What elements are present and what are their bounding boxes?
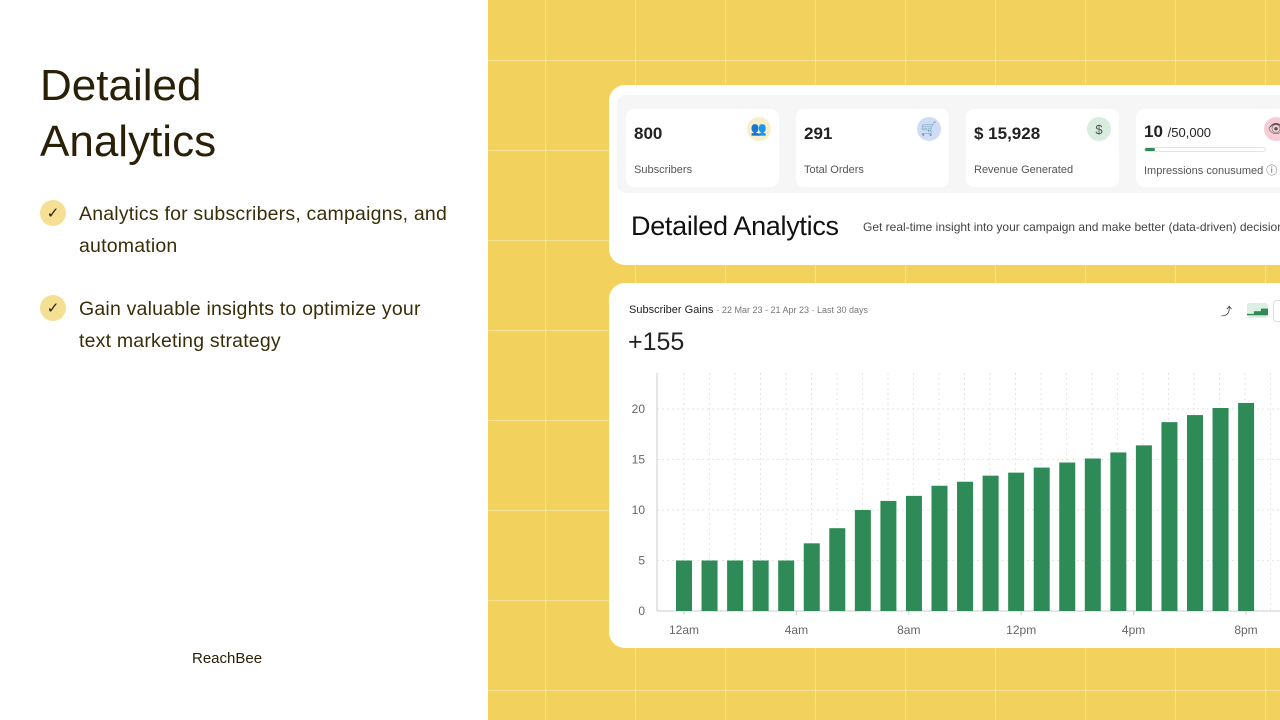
stats-band: 800 Subscribers 👥 291 Total Orders 🛒 $ 1… <box>617 95 1280 193</box>
bar <box>931 485 948 611</box>
bar <box>727 560 744 611</box>
users-icon: 👥 <box>747 117 771 141</box>
bar <box>752 560 769 611</box>
info-icon[interactable]: ⓘ <box>1266 165 1277 177</box>
stat-value: $ 15,928 <box>974 124 1041 143</box>
bar <box>1110 452 1127 611</box>
x-tick-label: 12am <box>669 623 699 637</box>
stat-value: 291 <box>804 124 833 143</box>
y-tick-label: 5 <box>638 554 645 568</box>
bar <box>880 500 897 611</box>
bar <box>1135 445 1152 611</box>
check-icon: ✓ <box>40 295 66 321</box>
bar <box>829 528 846 611</box>
brand-logo: ReachBee <box>192 650 263 667</box>
bar <box>982 475 999 611</box>
stat-value: 10 <box>1144 122 1163 141</box>
bar <box>905 495 922 611</box>
bar <box>1212 407 1229 611</box>
y-tick-label: 10 <box>632 503 646 517</box>
section-title: Detailed Analytics <box>631 211 839 241</box>
stats-card: 800 Subscribers 👥 291 Total Orders 🛒 $ 1… <box>609 85 1280 265</box>
stat-suffix: /50,000 <box>1167 125 1212 140</box>
x-tick-label: 8pm <box>1234 623 1257 637</box>
stat-revenue: $ 15,928 Revenue Generated $ <box>966 109 1119 187</box>
chart-card: Subscriber Gains · 22 Mar 23 - 21 Apr 23… <box>609 283 1280 648</box>
check-icon: ✓ <box>40 200 66 226</box>
x-tick-label: 4pm <box>1122 623 1145 637</box>
stat-label: Total Orders <box>804 164 864 176</box>
title-line: Analytics <box>40 117 217 166</box>
bar-chart: 0 5 10 15 20 12am 4am 8am 12pm 4pm 8pm <box>632 373 1280 637</box>
bar <box>1084 458 1101 611</box>
bar <box>1161 422 1178 611</box>
bullet-text: Analytics for subscribers, campaigns, an… <box>79 203 448 257</box>
bar <box>1187 415 1203 611</box>
cart-icon: 🛒 <box>917 117 941 141</box>
stat-label: Revenue Generated <box>974 164 1074 176</box>
title-line: Detailed <box>40 61 202 110</box>
bar <box>1059 462 1076 611</box>
bar <box>1033 467 1050 611</box>
bar <box>803 543 820 611</box>
stat-label: Subscribers <box>634 164 693 176</box>
bar <box>778 560 795 611</box>
stat-impressions: 10 /50,000 Impressions conusumed ⓘ 👁 <box>1136 109 1280 187</box>
stat-label: Impressions conusumed <box>1144 165 1264 177</box>
stat-orders: 291 Total Orders 🛒 <box>796 109 949 187</box>
y-tick-label: 0 <box>638 604 645 618</box>
bar <box>1238 402 1255 611</box>
x-tick-label: 12pm <box>1006 623 1036 637</box>
feature-bullet: ✓ Analytics for subscribers, campaigns, a… <box>40 198 449 262</box>
bar <box>701 560 718 611</box>
y-tick-label: 20 <box>632 402 646 416</box>
bar <box>957 481 974 611</box>
x-tick-label: 8am <box>897 623 920 637</box>
hero-title: Detailed Analytics <box>40 58 216 170</box>
eye-icon: 👁 <box>1264 117 1280 141</box>
stat-value: 800 <box>634 124 663 143</box>
y-tick-label: 15 <box>632 453 646 467</box>
dollar-icon: $ <box>1087 117 1111 141</box>
feature-bullet: ✓ Gain valuable insights to optimize your… <box>40 293 449 357</box>
left-panel: Detailed Analytics ✓ Analytics for subscri… <box>0 0 488 720</box>
bar <box>676 560 692 611</box>
x-tick-label: 4am <box>785 623 808 637</box>
bar <box>854 510 871 611</box>
bar <box>1008 472 1025 611</box>
section-subtitle: Get real-time insight into your campaign… <box>863 220 1280 234</box>
impressions-progress <box>1144 147 1266 152</box>
bullet-text: Gain valuable insights to optimize your … <box>79 298 421 352</box>
stat-subscribers: 800 Subscribers 👥 <box>626 109 779 187</box>
progress-fill <box>1145 148 1155 151</box>
